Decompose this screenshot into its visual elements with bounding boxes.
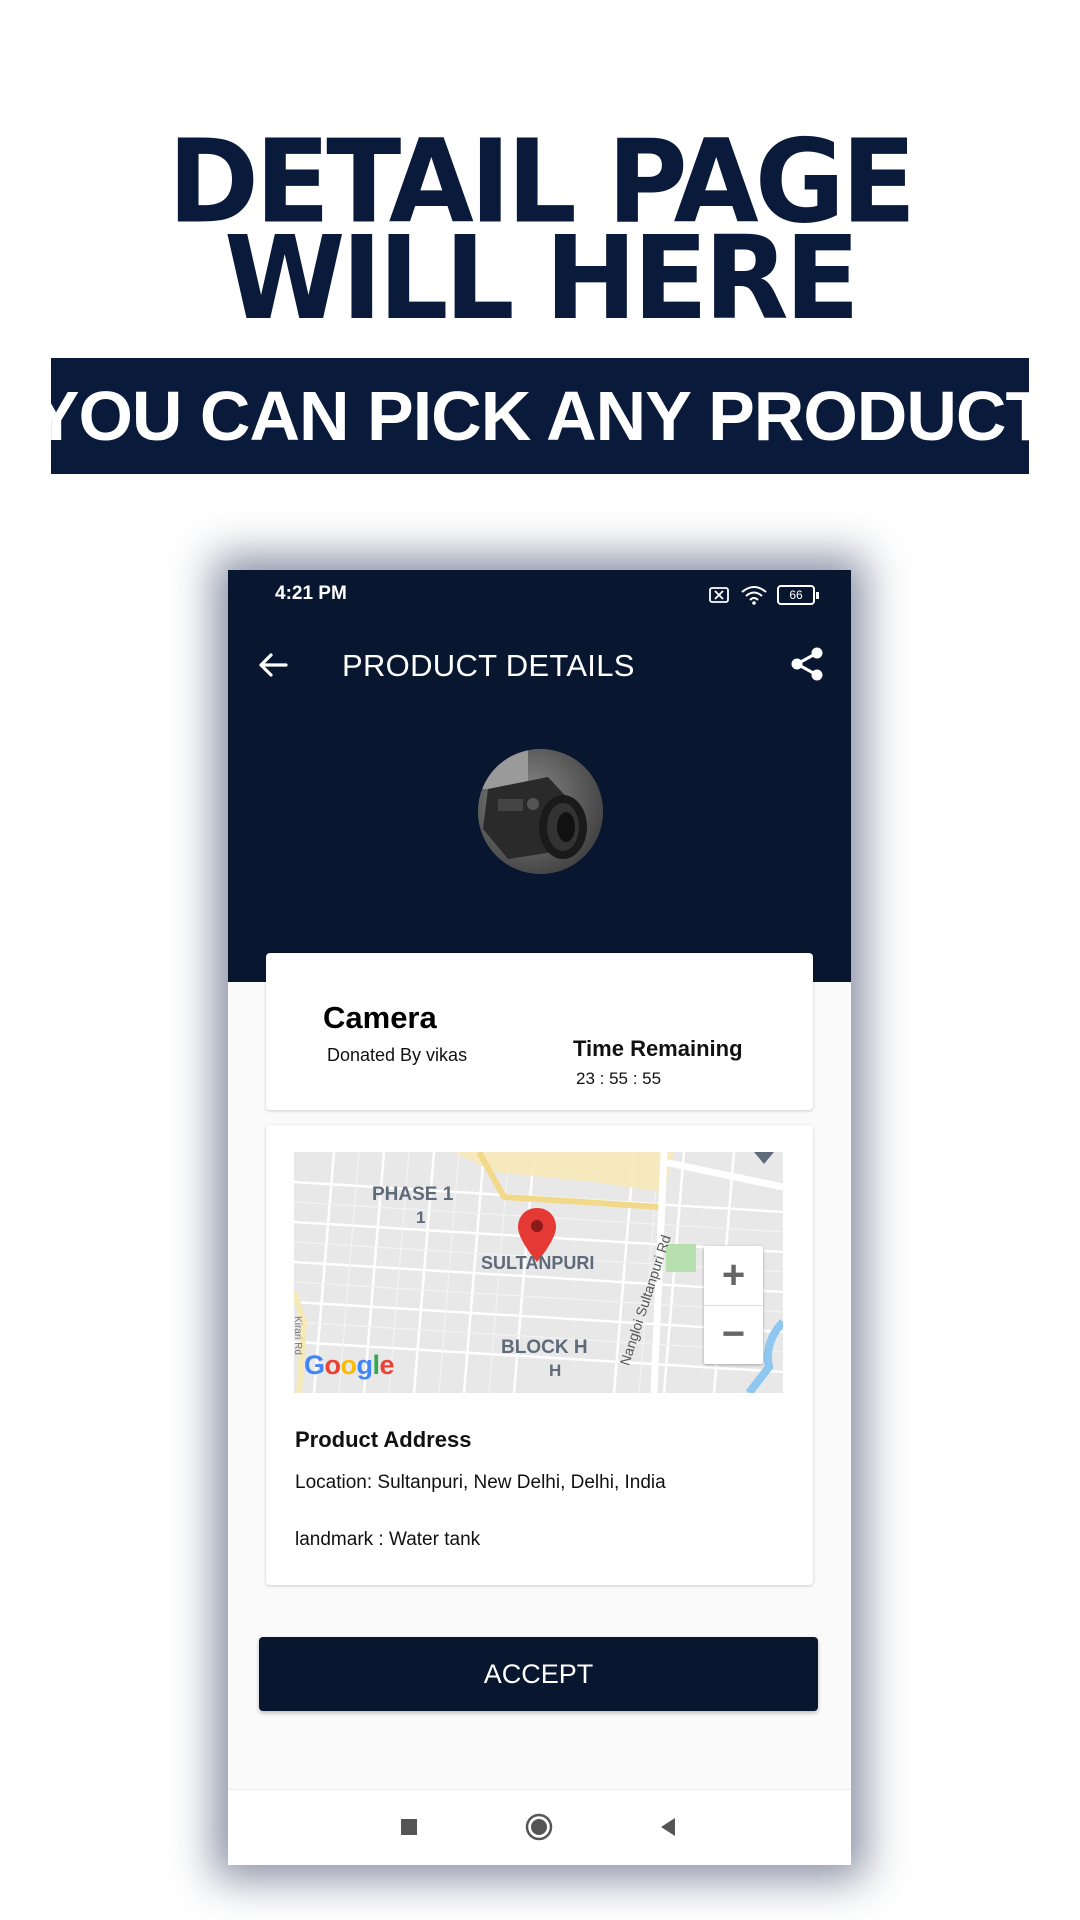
battery-level: 66	[777, 585, 815, 605]
location-map[interactable]: PHASE 1 1 SULTANPURI BLOCK H H Nangloi S…	[294, 1152, 783, 1393]
wifi-icon	[741, 586, 767, 605]
map-label-blockh-sub: H	[549, 1361, 562, 1380]
map-zoom-controls: + −	[704, 1246, 763, 1364]
page-title: PRODUCT DETAILS	[342, 648, 635, 683]
android-nav-bar	[228, 1789, 851, 1865]
product-info-card: Camera Donated By vikas Time Remaining 2…	[266, 953, 813, 1110]
phone-screen: 4:21 PM 66 PRODUCT DETAILS Camera Donate…	[228, 570, 851, 1865]
address-landmark: landmark : Water tank	[295, 1529, 481, 1550]
zoom-in-button[interactable]: +	[704, 1246, 763, 1306]
time-remaining-value: 23 : 55 : 55	[576, 1069, 662, 1088]
product-name: Camera	[323, 1000, 437, 1035]
promo-banner: YOU CAN PICK ANY PRODUCT	[33, 358, 1048, 474]
share-icon[interactable]	[789, 646, 825, 682]
google-logo: Google	[304, 1350, 395, 1380]
time-remaining-label: Time Remaining	[573, 1036, 743, 1061]
product-header: PRODUCT DETAILS	[228, 622, 851, 982]
map-label-phase1: PHASE 1	[372, 1184, 454, 1205]
status-time: 4:21 PM	[275, 583, 347, 604]
product-image	[478, 749, 603, 874]
status-bar: 4:21 PM 66	[228, 570, 851, 622]
sim-off-icon	[709, 587, 729, 603]
arrow-left-icon[interactable]	[256, 648, 290, 682]
battery-icon: 66	[777, 585, 819, 605]
camera-photo	[478, 749, 603, 874]
address-title: Product Address	[295, 1427, 472, 1452]
address-card: PHASE 1 1 SULTANPURI BLOCK H H Nangloi S…	[266, 1125, 813, 1585]
zoom-out-button[interactable]: −	[704, 1305, 763, 1364]
map-label-blockh: BLOCK H	[501, 1337, 588, 1358]
address-location: Location: Sultanpuri, New Delhi, Delhi, …	[295, 1472, 666, 1493]
headline-line-2: WILL HERE	[224, 211, 860, 346]
map-label-road-left: Kirari Rd	[294, 1316, 303, 1355]
donated-by: Donated By vikas	[327, 1045, 468, 1065]
accept-button[interactable]: ACCEPT	[259, 1637, 818, 1711]
recents-icon[interactable]	[394, 1812, 424, 1842]
back-nav-icon[interactable]	[653, 1812, 683, 1842]
map-label-sultanpuri: SULTANPURI	[481, 1253, 595, 1273]
map-label-phase1-sub: 1	[416, 1208, 426, 1227]
promo-headline: DETAIL PAGE WILL HERE	[0, 124, 1080, 346]
home-icon[interactable]	[524, 1812, 554, 1842]
